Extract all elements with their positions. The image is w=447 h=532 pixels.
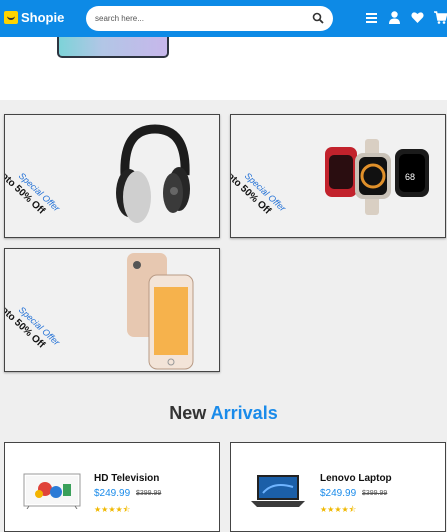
offer-text: Special Offer Upto 50% Off (5, 157, 62, 223)
section-title-new-arrivals: New Arrivals (0, 403, 447, 424)
television-image (23, 473, 81, 509)
section-title-prefix: New (169, 403, 207, 423)
product-old-price: $399.99 (362, 490, 388, 497)
search-input[interactable] (95, 10, 295, 27)
header-bar: Shopie (0, 0, 447, 37)
heart-icon[interactable] (411, 10, 424, 25)
search-box (86, 6, 333, 31)
laptop-image (251, 475, 305, 507)
rating-stars: ★★★★⯪ (94, 505, 131, 514)
smartwatches-image: 68 (325, 139, 429, 215)
product-card-hd-television[interactable]: HD Television $249.99 $399.99 ★★★★⯪ (4, 442, 220, 532)
user-icon[interactable] (388, 10, 401, 25)
product-price: $249.99 (94, 488, 131, 499)
product-name[interactable]: Lenovo Laptop (320, 473, 392, 484)
section-title-accent: Arrivals (210, 403, 278, 423)
rating-stars: ★★★★⯪ (320, 505, 357, 514)
offer-text: Special Offer Upto 50% Off (5, 291, 62, 357)
headphones-image (116, 124, 190, 223)
hero-banner (0, 37, 447, 100)
product-card-lenovo-laptop[interactable]: Lenovo Laptop $249.99 $399.99 ★★★★⯪ (230, 442, 446, 532)
search-icon[interactable] (312, 12, 324, 24)
brand-name: Shopie (21, 10, 65, 25)
product-name[interactable]: HD Television (94, 473, 159, 484)
cart-icon[interactable] (434, 10, 447, 25)
offer-card-smartphone[interactable]: Special Offer Upto 50% Off (4, 248, 220, 372)
offer-card-smartwatches[interactable]: Special Offer Upto 50% Off 68 (230, 114, 446, 238)
product-old-price: $399.99 (136, 490, 162, 497)
offer-card-headphones[interactable]: Special Offer Upto 50% Off (4, 114, 220, 238)
smartphone-image (127, 253, 194, 370)
svg-text:68: 68 (405, 172, 415, 182)
brand-logo[interactable]: Shopie (4, 10, 64, 25)
shopping-bag-icon (4, 11, 18, 24)
offer-text: Special Offer Upto 50% Off (231, 157, 288, 223)
phone-image (57, 37, 169, 58)
product-price: $249.99 (320, 488, 357, 499)
header-actions (365, 10, 447, 25)
menu-icon[interactable] (365, 10, 378, 25)
